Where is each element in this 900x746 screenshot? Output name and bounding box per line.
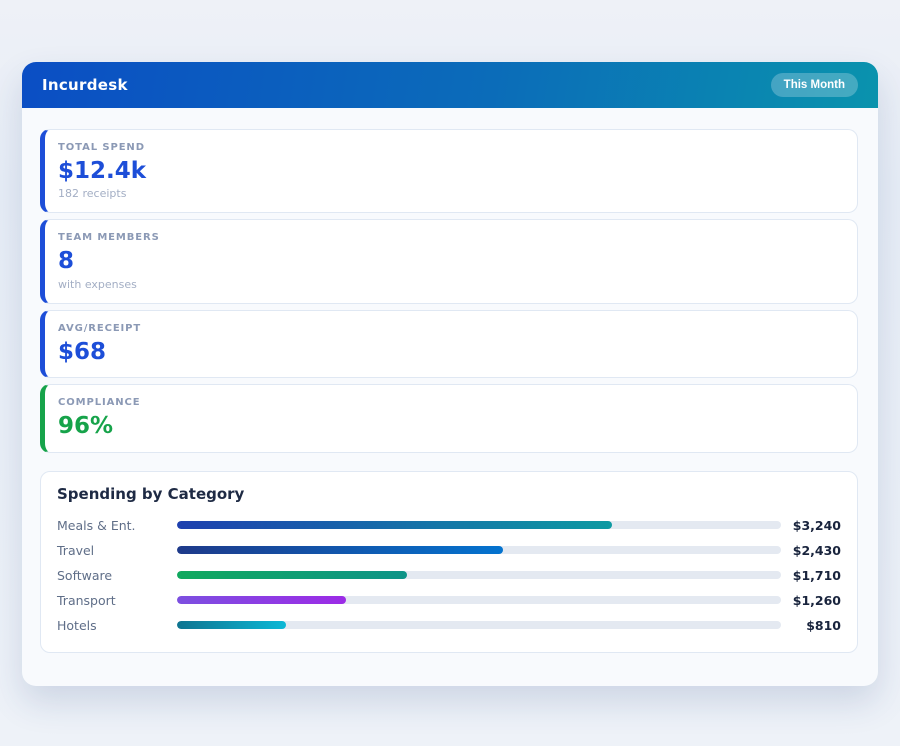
stat-subtext: with expenses — [58, 278, 841, 291]
stat-label: TEAM MEMBERS — [58, 232, 841, 243]
stat-label: TOTAL SPEND — [58, 142, 841, 153]
bar-track — [177, 521, 781, 529]
stat-label: COMPLIANCE — [58, 397, 841, 408]
spending-chart-card: Spending by Category Meals & Ent. $3,240… — [40, 471, 858, 653]
bar-fill — [177, 571, 407, 579]
bar-fill — [177, 521, 612, 529]
stat-value: $12.4k — [58, 158, 841, 184]
category-label: Travel — [57, 543, 177, 558]
chart-row: Hotels $810 — [57, 613, 841, 638]
bar-fill — [177, 596, 346, 604]
stat-card: COMPLIANCE 96% — [40, 384, 858, 452]
stats-list: TOTAL SPEND $12.4k 182 receipts TEAM MEM… — [22, 108, 878, 453]
stat-label: AVG/RECEIPT — [58, 323, 841, 334]
bar-value-label: $2,430 — [781, 543, 841, 558]
category-label: Hotels — [57, 618, 177, 633]
chart-row: Software $1,710 — [57, 563, 841, 588]
chart-rows: Meals & Ent. $3,240 Travel $2,430 Softwa… — [57, 513, 841, 638]
bar-value-label: $3,240 — [781, 518, 841, 533]
chart-row: Travel $2,430 — [57, 538, 841, 563]
stat-card: TOTAL SPEND $12.4k 182 receipts — [40, 129, 858, 213]
dashboard-panel: Incurdesk This Month TOTAL SPEND $12.4k … — [22, 62, 878, 686]
stat-subtext: 182 receipts — [58, 187, 841, 200]
stat-value: $68 — [58, 339, 841, 365]
chart-row: Transport $1,260 — [57, 588, 841, 613]
category-label: Meals & Ent. — [57, 518, 177, 533]
bar-track — [177, 546, 781, 554]
bar-fill — [177, 621, 286, 629]
period-badge[interactable]: This Month — [771, 73, 858, 97]
stat-card: TEAM MEMBERS 8 with expenses — [40, 219, 858, 303]
bar-value-label: $810 — [781, 618, 841, 633]
stat-value: 8 — [58, 248, 841, 274]
stat-value: 96% — [58, 413, 841, 439]
bar-value-label: $1,710 — [781, 568, 841, 583]
category-label: Software — [57, 568, 177, 583]
bar-track — [177, 596, 781, 604]
stat-card: AVG/RECEIPT $68 — [40, 310, 858, 378]
category-label: Transport — [57, 593, 177, 608]
app-title: Incurdesk — [42, 76, 128, 94]
bar-track — [177, 621, 781, 629]
bar-value-label: $1,260 — [781, 593, 841, 608]
bar-track — [177, 571, 781, 579]
chart-title: Spending by Category — [57, 485, 841, 503]
chart-row: Meals & Ent. $3,240 — [57, 513, 841, 538]
app-header: Incurdesk This Month — [22, 62, 878, 108]
bar-fill — [177, 546, 503, 554]
page: Incurdesk This Month TOTAL SPEND $12.4k … — [0, 0, 900, 686]
